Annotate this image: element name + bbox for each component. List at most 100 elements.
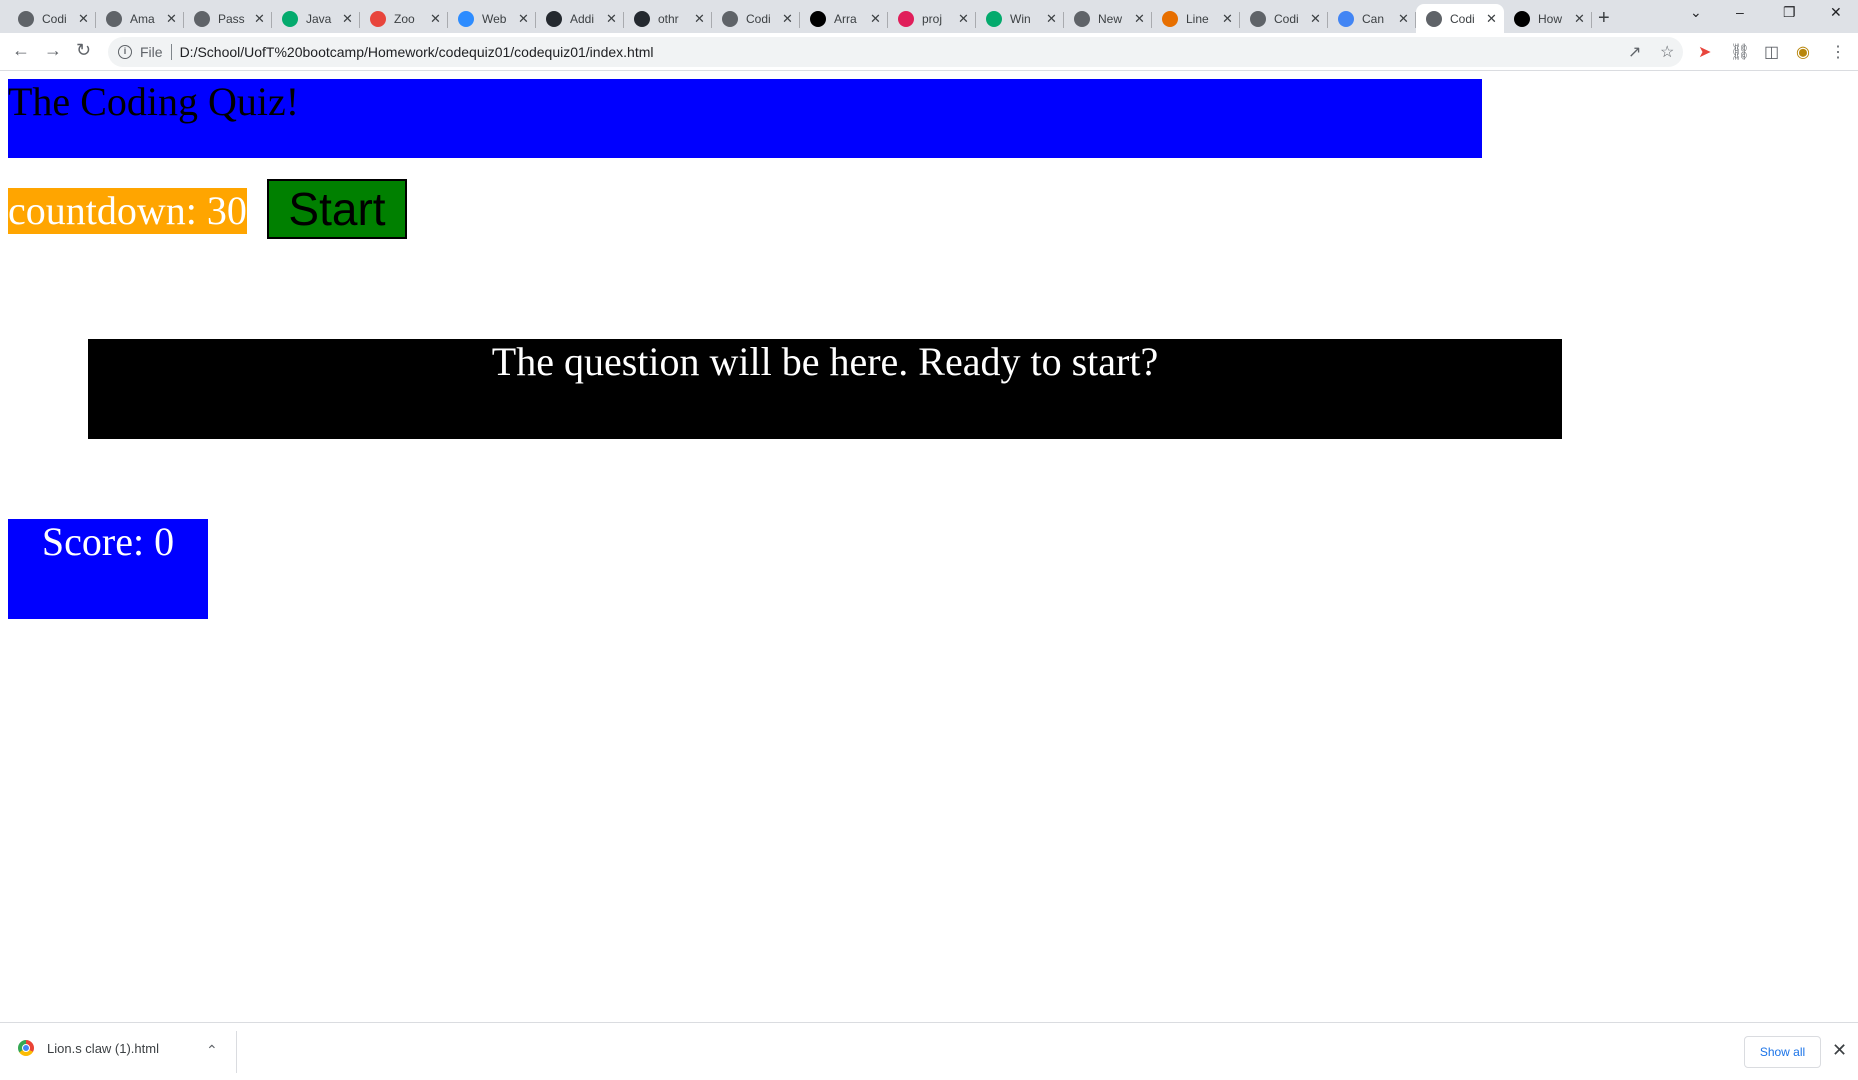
- menu-kebab-icon[interactable]: ⋮: [1830, 42, 1846, 62]
- tab-close-icon[interactable]: ✕: [1134, 11, 1145, 27]
- tab-title: How: [1538, 11, 1563, 26]
- tab-close-icon[interactable]: ✕: [606, 11, 617, 27]
- side-panel-icon[interactable]: ◫: [1764, 42, 1779, 62]
- slack-icon: [898, 10, 914, 27]
- browser-tab[interactable]: Codi ✕: [8, 4, 96, 33]
- tab-close-icon[interactable]: ✕: [342, 11, 353, 27]
- address-url[interactable]: D:/School/UofT%20bootcamp/Homework/codeq…: [180, 44, 654, 60]
- circle-icon: [370, 10, 386, 27]
- forward-icon[interactable]: →: [44, 40, 62, 61]
- show-all-button[interactable]: Show all: [1744, 1036, 1821, 1068]
- browser-toolbar: ← → ↻ i File D:/School/UofT%20bootcamp/H…: [0, 33, 1858, 71]
- github-icon: [546, 10, 562, 27]
- tab-title: Codi: [42, 11, 67, 26]
- tab-title: Arra: [834, 11, 857, 26]
- tab-title: Ama: [130, 11, 155, 26]
- browser-tab[interactable]: Codi ✕: [1240, 4, 1328, 33]
- reload-icon[interactable]: ↻: [76, 40, 91, 61]
- tab-title: Codi: [1450, 11, 1475, 26]
- tab-title: othr: [658, 11, 679, 26]
- start-button[interactable]: Start: [267, 179, 407, 239]
- browser-tab[interactable]: New ✕: [1064, 4, 1152, 33]
- tab-close-icon[interactable]: ✕: [78, 11, 89, 27]
- browser-tab[interactable]: Arra ✕: [800, 4, 888, 33]
- tab-close-icon[interactable]: ✕: [1486, 11, 1497, 27]
- tab-close-icon[interactable]: ✕: [694, 11, 705, 27]
- question-text: The question will be here. Ready to star…: [491, 339, 1159, 384]
- w3schools-icon: [282, 10, 298, 27]
- tab-close-icon[interactable]: ✕: [1222, 11, 1233, 27]
- tab-close-icon[interactable]: ✕: [430, 11, 441, 27]
- mdn-icon: [1514, 10, 1530, 27]
- tab-title: Java: [306, 11, 332, 26]
- extensions-puzzle-icon[interactable]: ⛓: [1730, 42, 1750, 62]
- tab-close-icon[interactable]: ✕: [870, 11, 881, 27]
- browser-tab[interactable]: How ✕: [1504, 4, 1592, 33]
- restore-button[interactable]: ❐: [1783, 4, 1796, 21]
- bookmark-star-icon[interactable]: ☆: [1660, 42, 1674, 62]
- tab-close-icon[interactable]: ✕: [518, 11, 529, 27]
- close-icon[interactable]: ✕: [1832, 1040, 1847, 1061]
- tab-title: Can: [1362, 11, 1385, 26]
- profile-avatar[interactable]: ◉: [1796, 42, 1810, 62]
- address-bar[interactable]: i File D:/School/UofT%20bootcamp/Homewor…: [108, 37, 1683, 67]
- new-tab-button[interactable]: +: [1598, 7, 1610, 30]
- address-divider: [170, 44, 172, 60]
- browser-tab[interactable]: Win ✕: [976, 4, 1064, 33]
- download-item[interactable]: Lion.s claw (1).html: [18, 1040, 159, 1056]
- browser-tab[interactable]: Pass ✕: [184, 4, 272, 33]
- browser-tab[interactable]: Can ✕: [1328, 4, 1416, 33]
- browser-tab[interactable]: Ama ✕: [96, 4, 184, 33]
- tab-title: Win: [1010, 11, 1031, 26]
- tab-close-icon[interactable]: ✕: [1574, 11, 1585, 27]
- score-box: Score: 0: [8, 519, 208, 619]
- tab-close-icon[interactable]: ✕: [1398, 11, 1409, 27]
- address-scheme: File: [140, 44, 163, 60]
- browser-tab[interactable]: Addi ✕: [536, 4, 624, 33]
- w3schools-icon: [986, 10, 1002, 27]
- browser-tab[interactable]: Codi ✕: [1416, 4, 1504, 33]
- tab-close-icon[interactable]: ✕: [1046, 11, 1057, 27]
- tab-close-icon[interactable]: ✕: [1310, 11, 1321, 27]
- browser-tab[interactable]: Zoo ✕: [360, 4, 448, 33]
- chevron-up-icon[interactable]: ⌃: [206, 1042, 218, 1059]
- extension-icon[interactable]: ➤: [1698, 42, 1711, 62]
- browser-tab[interactable]: Line ✕: [1152, 4, 1240, 33]
- tab-search-icon[interactable]: ⌄: [1690, 4, 1702, 21]
- globe-icon: [1250, 10, 1266, 27]
- browser-tab[interactable]: Java ✕: [272, 4, 360, 33]
- quiz-header: The Coding Quiz!: [8, 79, 1482, 158]
- back-icon[interactable]: ←: [12, 40, 30, 61]
- globe-icon: [194, 10, 210, 27]
- globe-icon: [1426, 10, 1442, 27]
- tab-title: Line: [1186, 11, 1209, 26]
- tab-title: Pass: [218, 11, 245, 26]
- download-shelf: Lion.s claw (1).html ⌃ Show all ✕: [0, 1022, 1858, 1080]
- globe-icon: [1074, 10, 1090, 27]
- site-info-icon[interactable]: i: [118, 45, 132, 59]
- zoom-icon: [458, 10, 474, 27]
- page-viewport: The Coding Quiz! countdown: 30 Start The…: [0, 71, 1858, 1022]
- globe-icon: [106, 10, 122, 27]
- browser-tab[interactable]: proj ✕: [888, 4, 976, 33]
- chrome-file-icon: [18, 1040, 34, 1056]
- score-text: Score: 0: [41, 519, 175, 564]
- tab-title: New: [1098, 11, 1123, 26]
- download-file-name: Lion.s claw (1).html: [47, 1040, 159, 1056]
- browser-tab[interactable]: othr ✕: [624, 4, 712, 33]
- browser-tab[interactable]: Web ✕: [448, 4, 536, 33]
- tab-close-icon[interactable]: ✕: [254, 11, 265, 27]
- tab-title: proj: [922, 11, 943, 26]
- tab-close-icon[interactable]: ✕: [166, 11, 177, 27]
- browser-tab[interactable]: Codi ✕: [712, 4, 800, 33]
- minimize-button[interactable]: –: [1736, 4, 1744, 20]
- question-box: The question will be here. Ready to star…: [88, 339, 1562, 439]
- tab-title: Codi: [1274, 11, 1299, 26]
- github-icon: [634, 10, 650, 27]
- share-icon[interactable]: ↗: [1628, 42, 1641, 62]
- tab-title: Codi: [746, 11, 771, 26]
- tab-close-icon[interactable]: ✕: [782, 11, 793, 27]
- java-icon: [1162, 10, 1178, 27]
- tab-close-icon[interactable]: ✕: [958, 11, 969, 27]
- close-window-button[interactable]: ✕: [1830, 4, 1842, 21]
